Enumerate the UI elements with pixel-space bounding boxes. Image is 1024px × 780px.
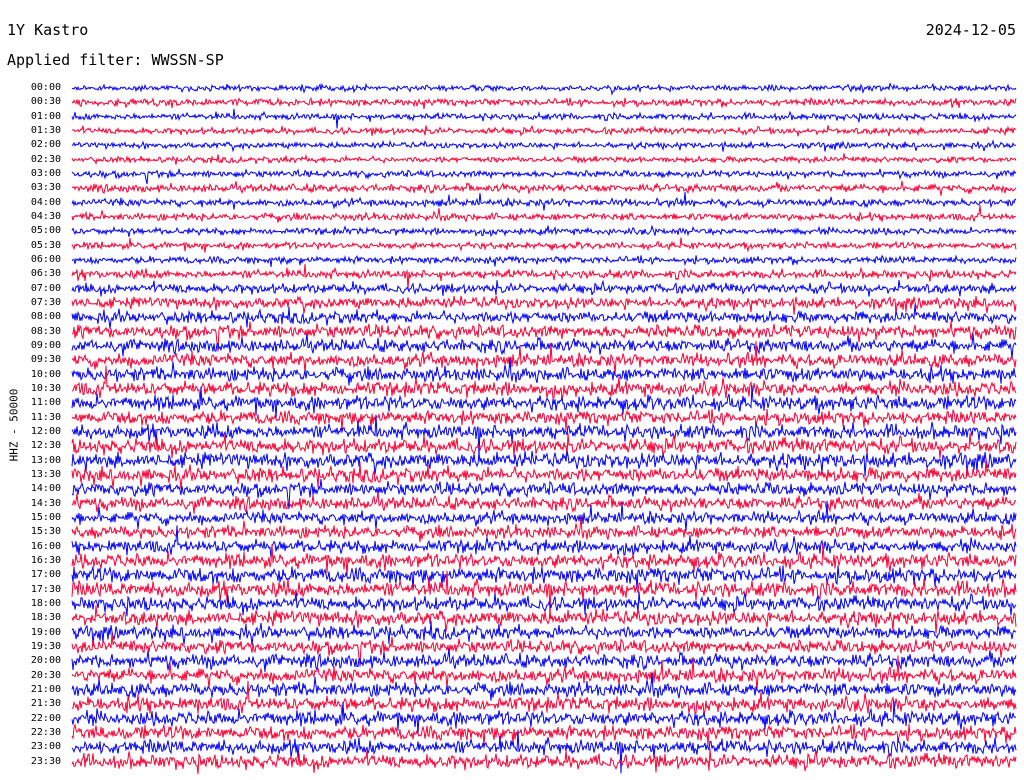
seismogram-plot: [71, 82, 1017, 775]
trace-15:00: [71, 500, 1017, 531]
trace-18:00: [71, 591, 1017, 617]
trace-19:00: [71, 620, 1017, 647]
trace-04:00: [71, 192, 1017, 211]
trace-07:00: [71, 279, 1017, 297]
trace-02:00: [71, 139, 1017, 153]
trace-02:30: [71, 153, 1017, 166]
trace-01:30: [71, 124, 1016, 137]
trace-05:30: [71, 237, 1017, 253]
trace-00:00: [71, 82, 1017, 97]
trace-14:30: [71, 491, 1017, 514]
trace-22:30: [71, 723, 1017, 748]
trace-09:00: [71, 333, 1017, 359]
trace-21:30: [71, 680, 1017, 717]
trace-14:00: [71, 479, 1017, 510]
trace-15:30: [71, 517, 1017, 543]
trace-00:30: [71, 96, 1017, 109]
trace-12:00: [71, 414, 1017, 459]
trace-06:00: [71, 254, 1017, 268]
trace-03:30: [71, 180, 1017, 196]
trace-03:00: [71, 168, 1017, 185]
trace-01:00: [71, 108, 1017, 129]
trace-05:00: [71, 224, 1017, 238]
trace-07:30: [71, 295, 1017, 315]
